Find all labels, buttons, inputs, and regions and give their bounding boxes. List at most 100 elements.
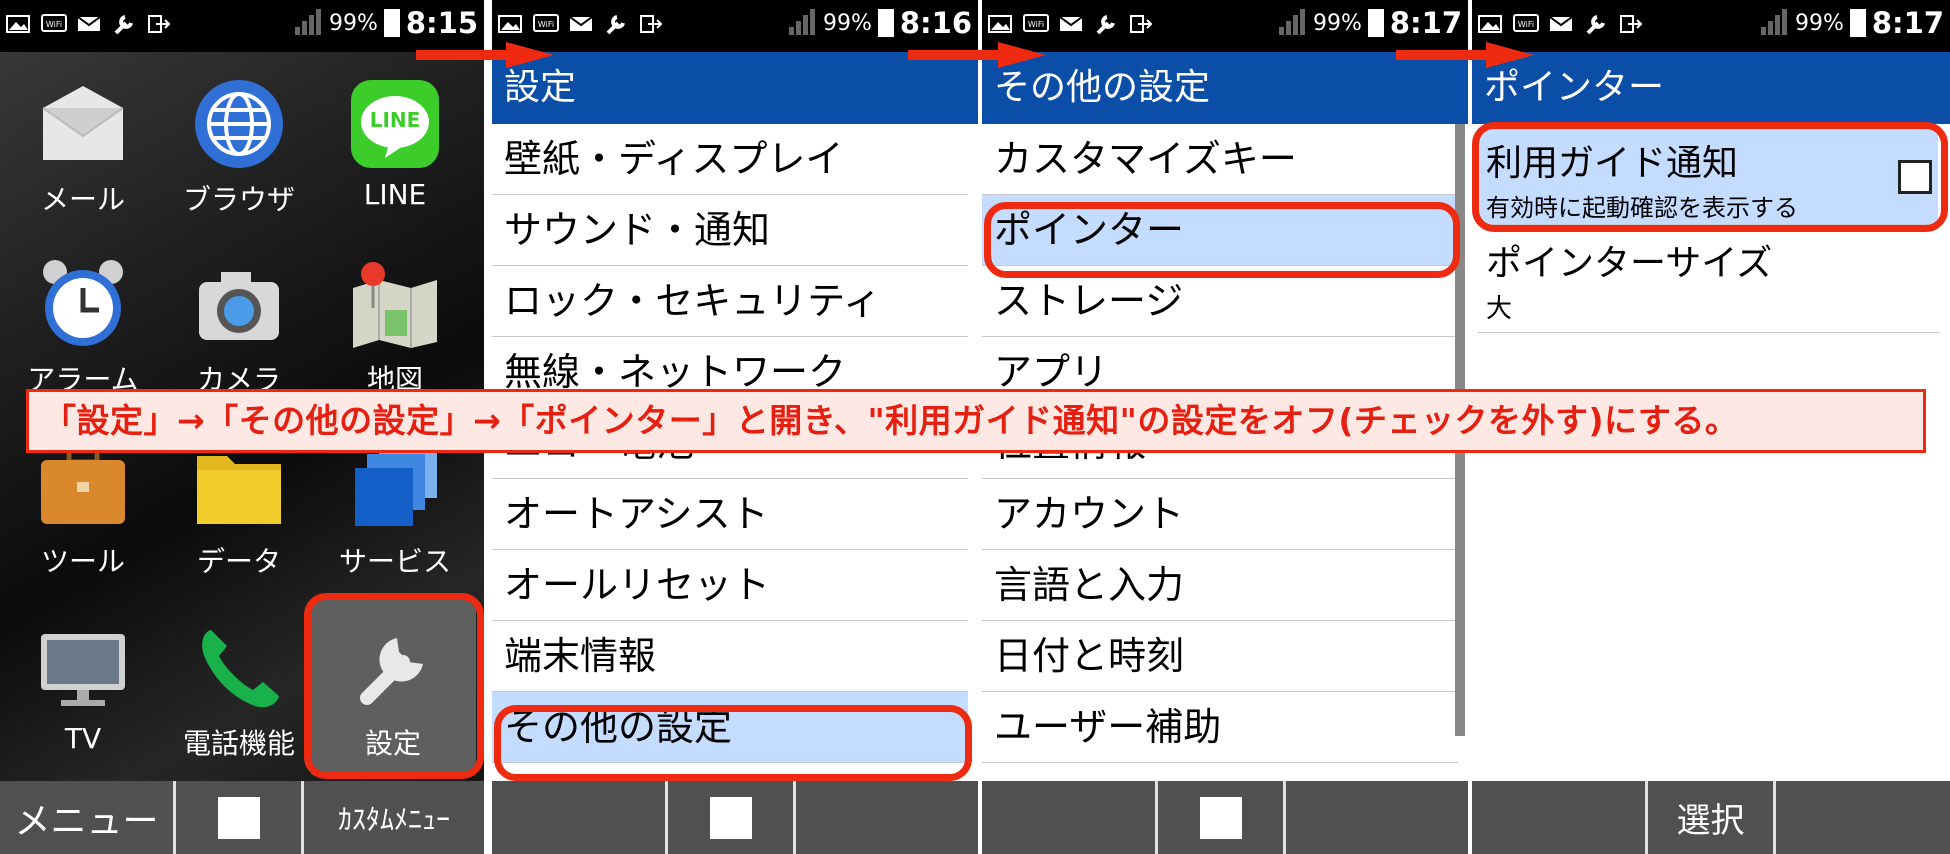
wrench-icon: [114, 15, 133, 35]
pointer-size-value: 大: [1486, 294, 1513, 324]
app-tools[interactable]: ツール: [8, 440, 158, 580]
notification-icons: WiFi: [988, 13, 1154, 35]
list-item[interactable]: ユーザー補助: [982, 692, 1458, 763]
app-label: LINE: [363, 178, 427, 211]
transfer-icon: [1620, 15, 1643, 33]
highlight-frame: [304, 593, 484, 779]
stacked-cards-icon: [349, 440, 441, 532]
app-line[interactable]: LINE LINE: [320, 78, 470, 211]
wrench-icon: [606, 15, 625, 35]
softkey-center[interactable]: [668, 781, 796, 854]
list-item[interactable]: カスタマイズキー: [982, 124, 1458, 195]
app-phone[interactable]: 電話機能: [164, 622, 314, 762]
app-map[interactable]: 地図: [320, 258, 470, 398]
notification-icons: WiFi: [6, 13, 172, 35]
app-label: ツール: [40, 545, 125, 578]
softkey-menu[interactable]: メニュー: [0, 781, 176, 854]
battery-percent: 99%: [822, 10, 872, 36]
app-data[interactable]: データ: [164, 440, 314, 580]
wifi-icon: WiFi: [1513, 14, 1539, 32]
status-bar: WiFi 99% 8:15: [0, 0, 484, 52]
softkey-left[interactable]: [492, 781, 668, 854]
clock: 8:15: [405, 6, 478, 40]
app-mail[interactable]: メール: [8, 78, 158, 218]
app-service[interactable]: サービス: [320, 440, 470, 580]
app-label: ブラウザ: [182, 183, 295, 216]
softkey-right[interactable]: [1776, 781, 1950, 854]
battery-icon: [1367, 9, 1384, 37]
wrench-icon: [1096, 15, 1115, 35]
list-item[interactable]: アカウント: [982, 479, 1458, 550]
softkey-left[interactable]: [1472, 781, 1648, 854]
softkey-right[interactable]: [1286, 781, 1468, 854]
app-label: データ: [196, 545, 281, 578]
signal-icon: [1759, 9, 1789, 37]
list-item[interactable]: サウンド・通知: [492, 195, 968, 266]
svg-text:WiFi: WiFi: [538, 20, 554, 29]
clock: 8:16: [899, 6, 972, 40]
center-square-icon: [217, 796, 260, 839]
soft-key-bar: [982, 781, 1468, 854]
softkey-custom-menu[interactable]: ｶｽﾀﾑﾒﾆｭｰ: [304, 781, 484, 854]
camera-icon: [193, 258, 285, 350]
alarm-clock-icon: [37, 258, 129, 350]
phone-handset-icon: [193, 622, 285, 714]
app-alarm[interactable]: アラーム: [8, 258, 158, 398]
list-item[interactable]: 言語と入力: [982, 550, 1458, 621]
map-pin-icon: [349, 258, 441, 350]
app-tv[interactable]: TV: [8, 622, 158, 755]
mail-envelope-icon: [37, 78, 129, 170]
signal-icon: [787, 9, 817, 37]
instruction-banner: 「設定」→「その他の設定」→「ポインター」と開き、"利用ガイド通知"の設定をオフ…: [26, 389, 1926, 453]
clock: 8:17: [1389, 6, 1462, 40]
clock: 8:17: [1871, 6, 1944, 40]
center-square-icon: [1199, 796, 1242, 839]
pointer-size-row[interactable]: ポインターサイズ 大: [1478, 232, 1940, 333]
list-item[interactable]: 端末情報: [492, 621, 968, 692]
line-logo-text: LINE: [369, 108, 421, 132]
status-right: 99% 8:17: [1277, 6, 1462, 40]
globe-browser-icon: [193, 78, 285, 170]
notify-icon: [498, 15, 522, 33]
highlight-frame: [984, 202, 1460, 278]
app-browser[interactable]: ブラウザ: [164, 78, 314, 218]
mail-icon: [569, 16, 593, 31]
notify-icon: [6, 15, 30, 33]
pointer-size-title: ポインターサイズ: [1486, 243, 1773, 284]
softkey-right[interactable]: [796, 781, 978, 854]
wifi-icon: WiFi: [533, 14, 559, 32]
softkey-select[interactable]: 選択: [1648, 781, 1776, 854]
softkey-left[interactable]: [982, 781, 1158, 854]
list-item[interactable]: 壁紙・ディスプレイ: [492, 124, 968, 195]
status-bar: WiFi 99% 8:17: [1472, 0, 1950, 52]
folder-icon: [193, 440, 285, 532]
wrench-icon: [1586, 15, 1605, 35]
status-bar: WiFi 99% 8:16: [492, 0, 978, 52]
transfer-icon: [1130, 15, 1153, 33]
signal-icon: [293, 9, 323, 37]
svg-text:WiFi: WiFi: [1518, 20, 1534, 29]
toolbox-icon: [37, 440, 129, 532]
softkey-center[interactable]: [1158, 781, 1286, 854]
app-camera[interactable]: カメラ: [164, 258, 314, 398]
highlight-frame: [1472, 122, 1948, 232]
arrow-right-icon: [1396, 42, 1534, 68]
highlight-frame: [494, 705, 972, 781]
softkey-center[interactable]: [176, 781, 304, 854]
svg-text:WiFi: WiFi: [1028, 20, 1044, 29]
battery-percent: 99%: [1794, 10, 1844, 36]
wifi-icon: WiFi: [41, 14, 67, 32]
list-item[interactable]: ロック・セキュリティ: [492, 266, 968, 337]
transfer-icon: [148, 15, 171, 33]
mail-icon: [1549, 16, 1573, 31]
list-item[interactable]: オールリセット: [492, 550, 968, 621]
tv-icon: [37, 622, 129, 714]
notify-icon: [1478, 15, 1502, 33]
app-label: TV: [64, 722, 102, 755]
list-item[interactable]: 日付と時刻: [982, 621, 1458, 692]
app-label: メール: [40, 183, 125, 216]
line-chat-icon: LINE: [349, 78, 441, 170]
notification-icons: WiFi: [498, 13, 664, 35]
list-item[interactable]: オートアシスト: [492, 479, 968, 550]
battery-icon: [877, 9, 894, 37]
